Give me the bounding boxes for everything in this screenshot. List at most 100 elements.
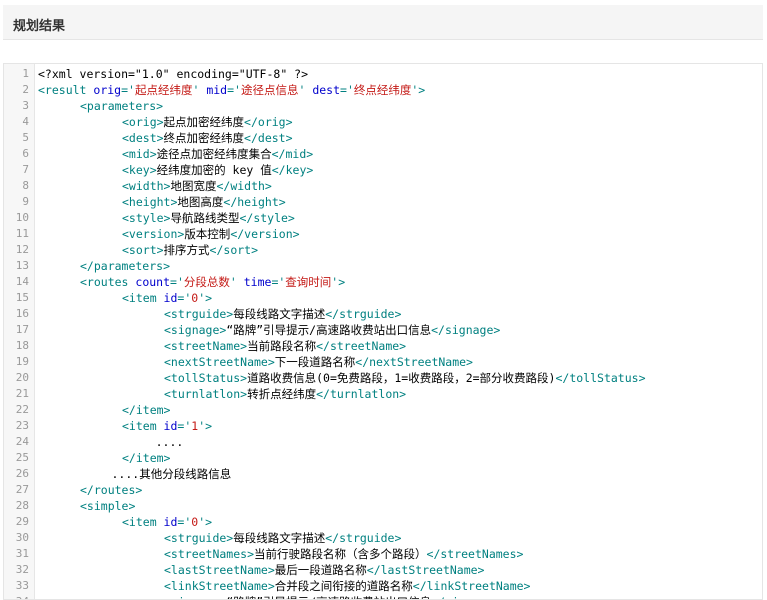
code-token: </item> [122,451,171,465]
code-line: 24.... [4,434,762,450]
code-token: <routes [80,275,136,289]
panel-header: 规划结果 [3,5,763,40]
code-token: ' [192,83,207,97]
code-content: <item id='1'> [122,418,212,434]
code-line: 8 <width>地图宽度</width> [4,178,762,194]
code-content: <result orig='起点经纬度' mid='途径点信息' dest='终… [38,82,425,98]
code-token: <strguide> [164,531,234,545]
line-number: 6 [22,147,29,160]
code-content: <lastStreetName>最后一段道路名称</lastStreetName… [164,562,484,578]
code-token: </orig> [244,115,293,129]
code-token: </version> [230,227,300,241]
code-line: 28 <simple> [4,498,762,514]
code-content: </routes> [80,482,142,498]
code-token: =' [121,83,135,97]
code-lines: 1 <?xml version="1.0" encoding="UTF-8" ?>… [4,66,762,599]
code-token: =' [177,419,192,433]
code-token: <item [122,291,164,305]
code-content: <version>版本控制</version> [122,226,300,242]
code-token: 终点经纬度 [353,83,412,97]
code-token: </lastStreetName> [366,563,485,577]
line-number: 31 [15,547,29,560]
code-content: <sort>排序方式</sort> [122,242,258,258]
line-number: 7 [22,163,29,176]
code-token: 排序方式 [163,243,210,257]
code-content: <simple> [80,498,135,514]
code-token: time [243,275,272,289]
code-content: <streetName>当前路段名称</streetName> [164,338,406,354]
line-number: 1 [22,67,29,80]
code-content: <style>导航路线类型</style> [122,210,295,226]
code-content: <item id='0'> [122,514,212,530]
code-token: '> [411,83,426,97]
code-line: 29 <item id='0'> [4,514,762,530]
line-number: 33 [15,579,29,592]
code-line: 26 ....其他分段线路信息 [4,466,762,482]
code-token: '> [198,291,213,305]
code-token: <turnlatlon> [164,387,248,401]
code-content: <strguide>每段线路文字描述</strguide> [164,530,401,546]
code-token: id [163,515,178,529]
code-token: <signage> [164,323,227,337]
code-token: 当前路段名称 [247,339,317,353]
code-token: </style> [239,211,295,225]
code-line: 19 <nextStreetName>下一段道路名称</nextStreetNam… [4,354,762,370]
line-number: 34 [4,594,29,599]
code-line: 15 <item id='0'> [4,290,762,306]
code-content: <key>经纬度加密的 key 值</key> [122,162,313,178]
code-token: </turnlatlon> [316,387,407,401]
code-content: <signage>“路牌”引导提示/高速路收费站出口信息</signage> [164,322,500,338]
code-token: <parameters> [80,99,164,113]
line-number: 29 [15,515,29,528]
code-content: <signage>“路牌”引导提示/高速路收费站出口信息</signage> [164,594,500,599]
code-line: 25 </item> [4,450,762,466]
line-number: 8 [22,179,29,192]
code-token: count [135,275,171,289]
code-token: '> [331,275,346,289]
code-line: 14 <routes count='分段总数' time='查询时间'> [4,274,762,290]
code-line: 3 <parameters> [4,98,762,114]
code-token: “路牌”引导提示/高速路收费站出口信息 [226,323,432,337]
code-token: =' [227,83,241,97]
code-content: <mid>途径点加密经纬度集合</mid> [122,146,313,162]
line-number: 13 [15,259,29,272]
line-number: 2 [22,83,29,96]
code-line: 22 </item> [4,402,762,418]
code-content: <orig>起点加密经纬度</orig> [122,114,293,130]
code-token: orig [93,83,122,97]
line-number: 11 [15,227,29,240]
code-content: </item> [122,450,170,466]
line-number: 25 [15,451,29,464]
code-line: 21 <turnlatlon>转折点经纬度</turnlatlon> [4,386,762,402]
line-number: 5 [22,131,29,144]
code-token: id [163,419,178,433]
code-token: <?xml version="1.0" encoding="UTF-8" ?> [38,67,309,81]
code-line: 5 <dest>终点加密经纬度</dest> [4,130,762,146]
code-line: 34 <signage>“路牌”引导提示/高速路收费站出口信息</signage> [4,594,762,599]
code-content: </item> [122,402,170,418]
code-token: 转折点经纬度 [247,387,317,401]
line-number: 27 [15,483,29,496]
code-line: 13 </parameters> [4,258,762,274]
code-token: </tollStatus> [555,371,646,385]
line-number: 28 [15,499,29,512]
code-token: <result [38,83,94,97]
code-token: </strguide> [325,307,402,321]
code-token: 经纬度加密的 key 值 [156,163,272,177]
line-number: 4 [22,115,29,128]
code-content: <strguide>每段线路文字描述</strguide> [164,306,401,322]
code-line: 2 <result orig='起点经纬度' mid='途径点信息' dest='… [4,82,762,98]
code-line: 10 <style>导航路线类型</style> [4,210,762,226]
line-number: 26 [15,467,29,480]
code-token: 道路收费信息(0=免费路段，1=收费路段，2=部分收费路段) [247,371,556,385]
code-token: '> [198,419,213,433]
code-token: <width> [122,179,171,193]
code-token: id [163,291,178,305]
code-token: mid [206,83,228,97]
line-number: 24 [15,435,29,448]
line-number: 10 [15,211,29,224]
code-token: 终点加密经纬度 [163,131,245,145]
line-number: 20 [15,371,29,384]
code-token: 地图高度 [177,195,224,209]
code-token: </strguide> [325,531,402,545]
